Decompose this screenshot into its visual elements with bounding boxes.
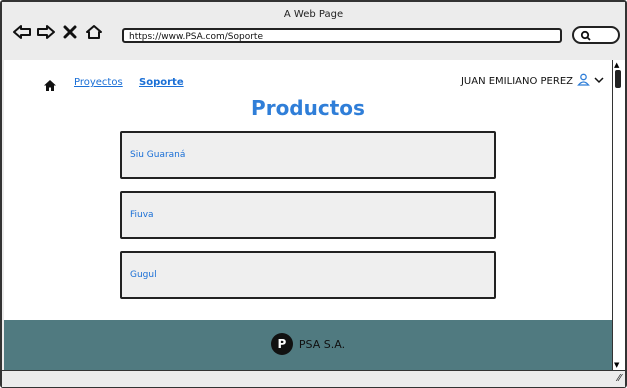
back-icon[interactable] (12, 22, 32, 42)
scroll-down-icon[interactable]: ▼ (614, 361, 619, 369)
search-icon (580, 30, 591, 41)
nav-link-soporte[interactable]: Soporte (139, 77, 184, 88)
window-title: A Web Page (283, 9, 344, 20)
home-icon[interactable] (84, 22, 104, 42)
product-name: Gugul (130, 270, 157, 280)
product-card[interactable]: Gugul (120, 251, 496, 299)
scroll-up-icon[interactable]: ▲ (614, 61, 619, 69)
product-name: Siu Guaraná (130, 150, 186, 160)
footer-brand-name: PSA S.A. (298, 337, 346, 351)
product-card[interactable]: Fiuva (120, 191, 496, 239)
address-bar[interactable]: https://www.PSA.com/Soporte (122, 28, 562, 43)
browser-nav-controls (12, 22, 104, 42)
nav-link-proyectos[interactable]: Proyectos (74, 77, 123, 88)
user-name: JUAN EMILIANO PEREZ (460, 75, 573, 87)
status-bar: ⁄⁄ (2, 370, 625, 387)
scrollbar-thumb[interactable] (615, 70, 621, 88)
footer-brand: P PSA S.A. (4, 333, 612, 355)
vertical-scrollbar[interactable]: ▲ ▼ (612, 60, 625, 370)
browser-window: A Web Page https://www.PSA.com/Soporte P… (0, 0, 627, 388)
home-icon[interactable] (44, 76, 56, 95)
browser-search-field[interactable] (572, 26, 620, 44)
product-name: Fiuva (130, 210, 154, 220)
user-icon (577, 73, 590, 89)
page-viewport: Proyectos Soporte JUAN EMILIANO PEREZ Pr… (4, 60, 612, 370)
product-card[interactable]: Siu Guaraná (120, 131, 496, 179)
close-icon[interactable] (60, 22, 80, 42)
psa-logo-icon: P (270, 333, 293, 355)
page-footer: P PSA S.A. (4, 320, 612, 370)
forward-icon[interactable] (36, 22, 56, 42)
user-menu[interactable]: JUAN EMILIANO PEREZ (412, 73, 612, 89)
browser-titlebar: A Web Page https://www.PSA.com/Soporte (2, 2, 625, 56)
chevron-down-icon[interactable] (594, 76, 604, 87)
page-title: Productos (251, 96, 365, 120)
resize-grip-icon[interactable]: ⁄⁄ (618, 373, 621, 384)
